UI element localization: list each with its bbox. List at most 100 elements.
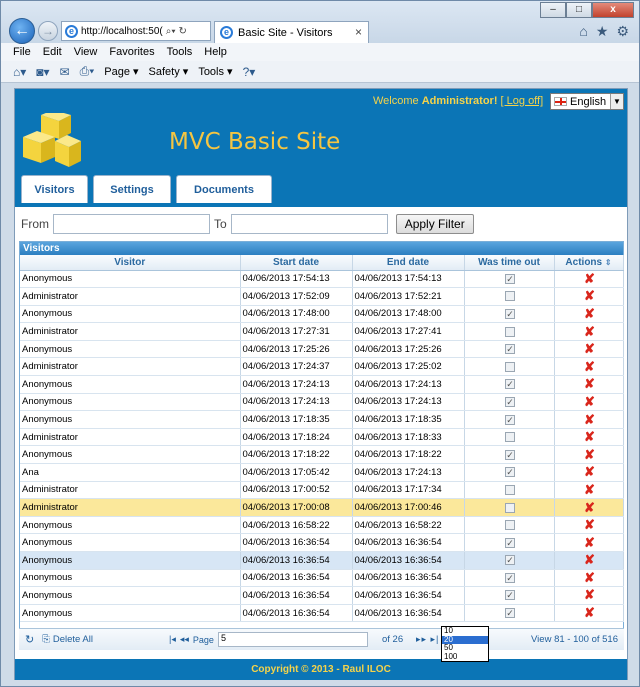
delete-icon[interactable]: ✘ <box>557 394 623 409</box>
page-size-option[interactable]: 100 <box>442 652 488 662</box>
checkbox-icon <box>505 555 515 566</box>
language-select[interactable]: English ▼ <box>550 93 624 110</box>
delete-icon[interactable]: ✘ <box>557 606 623 620</box>
delete-icon[interactable]: ✘ <box>557 430 623 444</box>
col-visitor[interactable]: Visitor <box>20 255 241 271</box>
timeout-cell <box>464 270 555 289</box>
checkbox-icon <box>505 590 515 601</box>
page-number-input[interactable]: 5 <box>217 632 368 647</box>
delete-icon[interactable]: ✘ <box>557 271 623 286</box>
from-date-input[interactable] <box>53 214 210 234</box>
browser-window: ← → e http://localhost:50( ⌕▾ ↻ e Basic … <box>0 0 640 687</box>
end-date-cell: 04/06/2013 16:36:54 <box>352 533 465 552</box>
menu-file[interactable]: File <box>13 46 31 58</box>
menu-tools[interactable]: Tools <box>167 46 193 58</box>
table-row[interactable]: Anonymous 04/06/2013 17:54:13 04/06/2013 1… <box>20 270 624 289</box>
menu-favorites[interactable]: Favorites <box>109 46 154 58</box>
delete-icon[interactable]: ✘ <box>557 535 623 550</box>
next-last-page-icon[interactable]: ▸▸ ▸| <box>416 634 439 645</box>
star-icon[interactable]: ★ <box>596 23 609 40</box>
menu-view[interactable]: View <box>74 46 98 58</box>
col-actions[interactable]: Actions ⇕ <box>554 255 624 271</box>
close-button[interactable]: x <box>592 2 634 18</box>
refresh-icon[interactable]: ↻ <box>179 26 187 37</box>
delete-icon[interactable]: ✘ <box>557 553 623 567</box>
table-row[interactable]: Anonymous 04/06/2013 16:58:22 04/06/2013 1… <box>20 516 624 535</box>
minimize-button[interactable]: – <box>540 2 566 18</box>
table-row[interactable]: Anonymous 04/06/2013 17:25:26 04/06/2013 1… <box>20 340 624 359</box>
start-date-cell: 04/06/2013 17:05:42 <box>240 463 353 482</box>
delete-icon[interactable]: ✘ <box>557 289 623 303</box>
delete-icon[interactable]: ✘ <box>557 518 623 532</box>
back-arrow-icon[interactable]: ← <box>9 18 35 44</box>
delete-icon[interactable]: ✘ <box>557 570 623 585</box>
delete-icon[interactable]: ✘ <box>557 465 623 479</box>
page-size-dropdown[interactable]: 10 20 50 100 <box>441 626 489 662</box>
search-icon[interactable]: ⌕▾ <box>166 26 176 37</box>
table-row[interactable]: Anonymous 04/06/2013 17:48:00 04/06/2013 1… <box>20 305 624 324</box>
delete-icon[interactable]: ✘ <box>557 412 623 427</box>
table-row[interactable]: Administrator 04/06/2013 17:52:09 04/06/20… <box>20 287 624 306</box>
table-row[interactable]: Anonymous 04/06/2013 16:36:54 04/06/2013 1… <box>20 551 624 570</box>
delete-icon[interactable]: ✘ <box>557 500 623 515</box>
table-row[interactable]: Anonymous 04/06/2013 16:36:54 04/06/2013 1… <box>20 569 624 588</box>
col-actions-label: Actions <box>565 256 603 268</box>
col-was-time-out[interactable]: Was time out <box>464 255 555 271</box>
menu-edit[interactable]: Edit <box>43 46 62 58</box>
table-row[interactable]: Anonymous 04/06/2013 17:18:35 04/06/2013 1… <box>20 410 624 429</box>
forward-arrow-icon[interactable]: → <box>38 21 58 41</box>
cmd-page[interactable]: Page ▾ <box>104 65 138 78</box>
rss-icon[interactable]: ◙▾ <box>36 65 49 79</box>
menu-help[interactable]: Help <box>204 46 227 58</box>
maximize-button[interactable]: □ <box>566 2 592 18</box>
logoff-link[interactable]: [ Log off] <box>501 95 544 107</box>
refresh-grid-icon[interactable]: ↻ <box>25 633 34 646</box>
print-icon[interactable]: ⎙▾ <box>80 64 95 79</box>
table-row[interactable]: Administrator 04/06/2013 17:00:08 04/06/20… <box>20 498 624 517</box>
col-start-date[interactable]: Start date <box>240 255 353 271</box>
table-row[interactable]: Anonymous 04/06/2013 17:24:13 04/06/2013 1… <box>20 375 624 394</box>
col-end-date[interactable]: End date <box>352 255 465 271</box>
delete-all-button[interactable]: ⎘ Delete All <box>42 634 93 645</box>
table-row[interactable]: Ana 04/06/2013 17:05:42 04/06/2013 17:24:1… <box>20 463 624 482</box>
apply-filter-button[interactable]: Apply Filter <box>395 214 474 234</box>
delete-icon[interactable]: ✘ <box>557 447 623 462</box>
delete-icon[interactable]: ✘ <box>557 377 623 391</box>
home-cmd-icon[interactable]: ⌂▾ <box>13 65 26 79</box>
start-date-cell: 04/06/2013 17:18:24 <box>240 428 353 447</box>
tab-settings[interactable]: Settings <box>93 175 171 203</box>
delete-icon[interactable]: ✘ <box>557 588 623 602</box>
table-row[interactable]: Administrator 04/06/2013 17:24:37 04/06/20… <box>20 357 624 377</box>
table-row[interactable]: Anonymous 04/06/2013 17:18:22 04/06/2013 1… <box>20 445 624 465</box>
table-row[interactable]: Administrator 04/06/2013 17:18:24 04/06/20… <box>20 428 624 447</box>
checkbox-icon <box>505 361 515 372</box>
delete-icon[interactable]: ✘ <box>557 342 623 356</box>
chevron-down-icon[interactable]: ▼ <box>610 94 623 109</box>
table-row[interactable]: Administrator 04/06/2013 17:00:52 04/06/20… <box>20 481 624 500</box>
delete-icon[interactable]: ✘ <box>557 482 623 497</box>
tab-visitors[interactable]: Visitors <box>21 175 88 203</box>
cmd-safety[interactable]: Safety ▾ <box>149 65 189 78</box>
delete-icon[interactable]: ✘ <box>557 306 623 321</box>
home-icon[interactable]: ⌂ <box>579 23 587 40</box>
actions-cell: ✘ <box>554 463 624 482</box>
help-icon[interactable]: ?▾ <box>243 65 256 79</box>
table-row[interactable]: Anonymous 04/06/2013 17:24:13 04/06/2013 1… <box>20 393 624 412</box>
tab-close-icon[interactable]: × <box>355 25 362 39</box>
table-row[interactable]: Administrator 04/06/2013 17:27:31 04/06/20… <box>20 322 624 341</box>
mail-icon[interactable]: ✉ <box>60 65 70 79</box>
gear-icon[interactable]: ⚙ <box>616 23 629 40</box>
browser-tab[interactable]: e Basic Site - Visitors × <box>214 21 369 43</box>
delete-icon[interactable]: ✘ <box>557 359 623 374</box>
first-page-icon[interactable]: |◂ <box>169 634 176 645</box>
prev-page-icon[interactable]: ◂◂ <box>180 634 189 645</box>
address-bar[interactable]: e http://localhost:50( ⌕▾ ↻ <box>61 21 211 41</box>
table-row[interactable]: Anonymous 04/06/2013 16:36:54 04/06/2013 1… <box>20 533 624 552</box>
to-date-input[interactable] <box>230 214 388 234</box>
start-date-cell: 04/06/2013 16:36:54 <box>240 604 353 623</box>
table-row[interactable]: Anonymous 04/06/2013 16:36:54 04/06/2013 1… <box>20 604 624 623</box>
table-row[interactable]: Anonymous 04/06/2013 16:36:54 04/06/2013 1… <box>20 586 624 605</box>
cmd-tools[interactable]: Tools ▾ <box>198 65 232 78</box>
delete-icon[interactable]: ✘ <box>557 324 623 339</box>
tab-documents[interactable]: Documents <box>176 175 272 203</box>
